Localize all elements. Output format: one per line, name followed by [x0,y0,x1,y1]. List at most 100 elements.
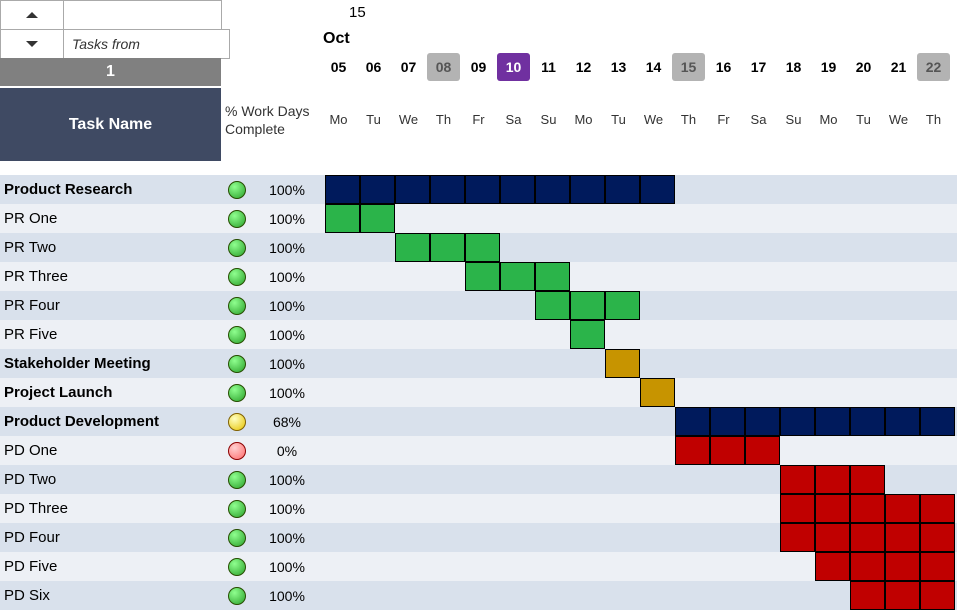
gantt-cell [675,581,710,610]
gantt-bar-segment[interactable] [605,291,640,320]
task-row[interactable]: Product Research100% [0,175,957,204]
gantt-bar-segment[interactable] [430,233,465,262]
gantt-bar-segment[interactable] [850,407,885,436]
gantt-bar-segment[interactable] [605,175,640,204]
gantt-bar-segment[interactable] [710,407,745,436]
gantt-bar-segment[interactable] [745,407,780,436]
task-row[interactable]: PD One0% [0,436,957,465]
gantt-bar-segment[interactable] [675,436,710,465]
gantt-bar-segment[interactable] [535,291,570,320]
day-header-07[interactable]: 07 [392,53,425,81]
gantt-bar-segment[interactable] [850,552,885,581]
task-row[interactable]: PD Five100% [0,552,957,581]
gantt-bar-segment[interactable] [430,175,465,204]
day-header-06[interactable]: 06 [357,53,390,81]
gantt-bar-segment[interactable] [675,407,710,436]
day-header-15[interactable]: 15 [672,53,705,81]
gantt-cell [815,407,850,436]
gantt-bar-segment[interactable] [815,552,850,581]
gantt-bar-segment[interactable] [710,436,745,465]
task-row[interactable]: PD Six100% [0,581,957,610]
task-row[interactable]: PR Five100% [0,320,957,349]
gantt-bar-segment[interactable] [780,523,815,552]
day-header-17[interactable]: 17 [742,53,775,81]
gantt-bar-segment[interactable] [395,175,430,204]
gantt-bar-segment[interactable] [465,262,500,291]
gantt-bar-segment[interactable] [850,523,885,552]
nav-up-button[interactable] [0,0,64,30]
day-header-11[interactable]: 11 [532,53,565,81]
day-header-20[interactable]: 20 [847,53,880,81]
day-header-19[interactable]: 19 [812,53,845,81]
gantt-cell [710,204,745,233]
task-name-cell: PD Four [0,529,225,546]
day-header-22[interactable]: 22 [917,53,950,81]
day-header-10[interactable]: 10 [497,53,530,81]
gantt-bar-segment[interactable] [885,407,920,436]
status-cell [225,210,249,228]
gantt-bar-segment[interactable] [920,523,955,552]
gantt-bar-segment[interactable] [885,494,920,523]
gantt-bar-segment[interactable] [570,291,605,320]
column-header-pct-complete: % Work Days Complete [221,88,321,175]
gantt-bar-segment[interactable] [920,581,955,610]
gantt-bar-segment[interactable] [605,349,640,378]
gantt-bar-segment[interactable] [815,465,850,494]
day-header-18[interactable]: 18 [777,53,810,81]
task-row[interactable]: PD Three100% [0,494,957,523]
gantt-bar-segment[interactable] [535,175,570,204]
gantt-bar-segment[interactable] [920,552,955,581]
task-row[interactable]: PR Four100% [0,291,957,320]
gantt-bar-segment[interactable] [850,581,885,610]
gantt-bar-segment[interactable] [885,552,920,581]
gantt-bar-segment[interactable] [500,262,535,291]
gantt-bar-segment[interactable] [920,407,955,436]
nav-down-button[interactable] [0,29,64,59]
gantt-bar-segment[interactable] [640,175,675,204]
gantt-bar-segment[interactable] [815,523,850,552]
day-header-21[interactable]: 21 [882,53,915,81]
task-row[interactable]: PR Two100% [0,233,957,262]
task-row[interactable]: PR Three100% [0,262,957,291]
gantt-bar-segment[interactable] [780,407,815,436]
dow-label: We [391,102,426,138]
gantt-bar-segment[interactable] [465,233,500,262]
gantt-cell [640,262,675,291]
gantt-bar-segment[interactable] [360,204,395,233]
task-row[interactable]: Product Development68% [0,407,957,436]
gantt-bar-segment[interactable] [815,407,850,436]
task-row[interactable]: Stakeholder Meeting100% [0,349,957,378]
day-header-13[interactable]: 13 [602,53,635,81]
gantt-bar-segment[interactable] [850,494,885,523]
gantt-bar-segment[interactable] [360,175,395,204]
day-header-16[interactable]: 16 [707,53,740,81]
gantt-bar-segment[interactable] [570,175,605,204]
task-row[interactable]: PD Four100% [0,523,957,552]
gantt-bar-segment[interactable] [465,175,500,204]
gantt-bar-segment[interactable] [500,175,535,204]
gantt-bar-segment[interactable] [745,436,780,465]
gantt-bar-segment[interactable] [780,494,815,523]
gantt-bar-segment[interactable] [850,465,885,494]
gantt-bar-segment[interactable] [885,581,920,610]
day-header-09[interactable]: 09 [462,53,495,81]
gantt-bar-segment[interactable] [395,233,430,262]
task-row[interactable]: PR One100% [0,204,957,233]
gantt-bar-segment[interactable] [325,175,360,204]
day-header-05[interactable]: 05 [322,53,355,81]
day-header-08[interactable]: 08 [427,53,460,81]
gantt-bar-segment[interactable] [815,494,850,523]
gantt-bar-segment[interactable] [325,204,360,233]
task-name-cell: PR Two [0,239,225,256]
day-header-12[interactable]: 12 [567,53,600,81]
gantt-bar-segment[interactable] [640,378,675,407]
gantt-bar-segment[interactable] [535,262,570,291]
gantt-bar-segment[interactable] [920,494,955,523]
task-row[interactable]: Project Launch100% [0,378,957,407]
gantt-cell [745,465,780,494]
gantt-bar-segment[interactable] [780,465,815,494]
gantt-bar-segment[interactable] [885,523,920,552]
day-header-14[interactable]: 14 [637,53,670,81]
task-row[interactable]: PD Two100% [0,465,957,494]
gantt-bar-segment[interactable] [570,320,605,349]
